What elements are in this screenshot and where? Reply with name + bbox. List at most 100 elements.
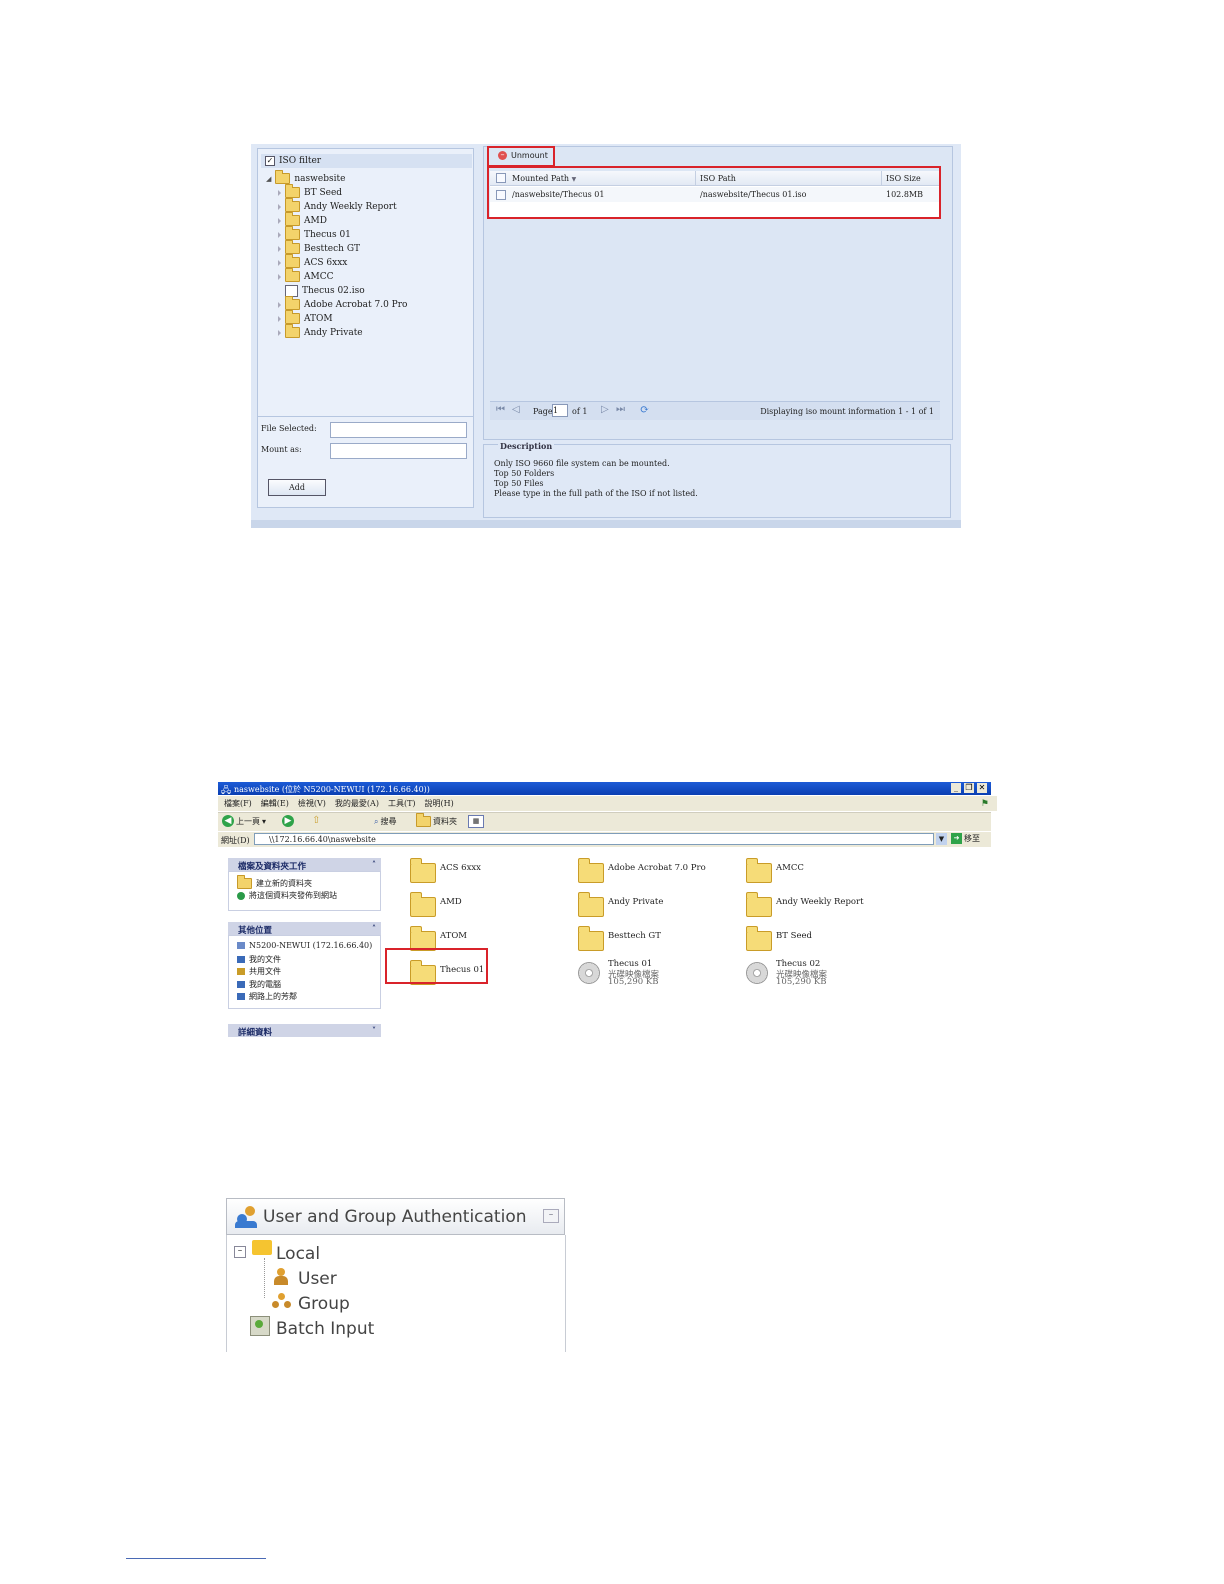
tree-root[interactable]: ◢ naswebsite bbox=[266, 170, 345, 184]
collapse-tree-icon[interactable]: – bbox=[234, 1246, 246, 1258]
menu-item[interactable]: 說明(H) bbox=[425, 798, 454, 809]
auth-panel: User and Group Authentication – – Local … bbox=[220, 1196, 567, 1352]
collapse-icon[interactable]: – bbox=[543, 1209, 559, 1223]
folder-item[interactable]: Besttech GT bbox=[566, 922, 726, 952]
menu-bar: 檔案(F) 編輯(E) 檢視(V) 我的最愛(A) 工具(T) 說明(H) ⚑ bbox=[218, 796, 997, 811]
tree-item[interactable]: Adobe Acrobat 7.0 Pro bbox=[278, 296, 407, 310]
collapse-icon[interactable]: ˄ bbox=[372, 859, 376, 869]
menu-item[interactable]: 編輯(E) bbox=[261, 798, 289, 809]
next-page-icon[interactable]: ▷ bbox=[601, 404, 609, 415]
other-place-link[interactable]: 我的電腦 bbox=[237, 979, 281, 990]
tree-item[interactable]: Andy Weekly Report bbox=[278, 198, 397, 212]
tree-item-label: Andy Weekly Report bbox=[304, 201, 397, 212]
collapse-icon[interactable]: ˄ bbox=[372, 923, 376, 933]
expand-arrow-icon[interactable] bbox=[278, 301, 281, 308]
folder-item[interactable]: Adobe Acrobat 7.0 Pro bbox=[566, 854, 726, 884]
tree-item[interactable]: Andy Private bbox=[278, 324, 363, 338]
tree-item-label: Thecus 02.iso bbox=[302, 286, 365, 296]
expand-arrow-icon[interactable] bbox=[278, 217, 281, 224]
iso-filter-checkbox[interactable]: ✓ bbox=[265, 156, 275, 166]
expand-arrow-icon[interactable] bbox=[278, 189, 281, 196]
expand-arrow-icon[interactable] bbox=[278, 315, 281, 322]
description-line: Top 50 Files bbox=[494, 479, 544, 488]
description-text: Only ISO 9660 file system can be mounted… bbox=[494, 459, 698, 499]
page-count: of 1 bbox=[572, 407, 588, 416]
views-icon[interactable]: ▦ bbox=[468, 815, 484, 828]
address-dropdown-icon[interactable]: ▼ bbox=[936, 833, 947, 845]
forward-arrow-icon[interactable]: ▶ bbox=[282, 815, 294, 827]
first-page-icon[interactable]: ⏮ bbox=[496, 404, 505, 415]
tree-item[interactable]: ATOM bbox=[278, 310, 333, 324]
expand-arrow-icon[interactable] bbox=[278, 245, 281, 252]
other-place-link[interactable]: 我的文件 bbox=[237, 954, 281, 965]
new-folder-link[interactable]: 建立新的資料夾 bbox=[237, 875, 312, 889]
minimize-icon[interactable]: _ bbox=[951, 783, 961, 793]
search-button[interactable]: ⌕ 搜尋 bbox=[374, 816, 396, 827]
back-button[interactable]: ◀ 上一頁 ▾ bbox=[222, 815, 266, 827]
expand-arrow-icon[interactable]: ◢ bbox=[266, 175, 271, 183]
tree-item[interactable]: ACS 6xxx bbox=[278, 254, 347, 268]
display-info: Displaying iso mount information 1 - 1 o… bbox=[760, 407, 934, 416]
go-button[interactable]: ➜ 移至 bbox=[951, 833, 980, 844]
place-icon bbox=[237, 993, 245, 1000]
tree-item[interactable]: Besttech GT bbox=[278, 240, 360, 254]
folder-item[interactable]: BT Seed bbox=[734, 922, 894, 952]
folder-item[interactable]: AMCC bbox=[734, 854, 894, 884]
mount-as-input[interactable] bbox=[330, 443, 467, 459]
other-places-header[interactable]: 其他位置 ˄ bbox=[228, 922, 381, 936]
publish-web-link[interactable]: 將這個資料夾發佈到網站 bbox=[237, 890, 337, 901]
expand-arrow-icon[interactable] bbox=[278, 273, 281, 280]
mount-as-label: Mount as: bbox=[261, 445, 302, 454]
file-tasks-header[interactable]: 檔案及資料夾工作 ˄ bbox=[228, 858, 381, 872]
expand-arrow-icon[interactable] bbox=[278, 203, 281, 210]
folder-icon bbox=[275, 170, 291, 184]
tree-local[interactable]: Local bbox=[276, 1244, 320, 1264]
iso-file-item[interactable]: Thecus 01 光碟映像檔案 105,290 KB bbox=[566, 956, 726, 987]
expand-arrow-icon[interactable] bbox=[278, 231, 281, 238]
menu-item[interactable]: 檔案(F) bbox=[224, 798, 252, 809]
expand-icon[interactable]: ˅ bbox=[372, 1025, 376, 1035]
menu-item[interactable]: 檢視(V) bbox=[298, 798, 326, 809]
iso-filter-bar[interactable]: ✓ ISO filter bbox=[261, 154, 472, 168]
close-icon[interactable]: ✕ bbox=[977, 783, 987, 793]
folder-item[interactable]: Andy Private bbox=[566, 888, 726, 918]
menu-item[interactable]: 我的最愛(A) bbox=[335, 798, 379, 809]
iso-file-item[interactable]: Thecus 02 光碟映像檔案 105,290 KB bbox=[734, 956, 894, 987]
tree-item[interactable]: AMD bbox=[278, 212, 327, 226]
folders-button[interactable]: 資料夾 bbox=[416, 813, 457, 827]
expand-arrow-icon[interactable] bbox=[278, 259, 281, 266]
tree-group[interactable]: Group bbox=[298, 1294, 350, 1314]
tree-item[interactable]: AMCC bbox=[278, 268, 334, 282]
folder-item[interactable]: AMD bbox=[398, 888, 558, 918]
folder-icon bbox=[285, 296, 300, 310]
toolbar: ◀ 上一頁 ▾ ▶ ⇧ ⌕ 搜尋 資料夾 ▦ bbox=[218, 812, 991, 831]
tree-batch-input[interactable]: Batch Input bbox=[276, 1319, 374, 1339]
folder-icon bbox=[285, 198, 300, 212]
page-label: Page bbox=[533, 407, 553, 416]
other-place-link[interactable]: 網路上的芳鄰 bbox=[237, 991, 297, 1002]
file-tasks-body: 建立新的資料夾 將這個資料夾發佈到網站 bbox=[228, 871, 381, 911]
details-header[interactable]: 詳細資料 ˅ bbox=[228, 1024, 381, 1038]
folder-item[interactable]: Andy Weekly Report bbox=[734, 888, 894, 918]
other-place-link[interactable]: 共用文件 bbox=[237, 966, 281, 977]
item-name: Andy Private bbox=[608, 897, 664, 907]
address-input[interactable]: \\172.16.66.40\naswebsite bbox=[254, 833, 934, 845]
maximize-icon[interactable]: ❐ bbox=[964, 783, 974, 793]
tree-item[interactable]: Thecus 01 bbox=[278, 226, 351, 240]
tree-user[interactable]: User bbox=[298, 1269, 337, 1289]
add-button[interactable]: Add bbox=[268, 479, 326, 496]
other-place-link[interactable]: N5200-NEWUI (172.16.66.40) bbox=[237, 941, 372, 950]
file-selected-input[interactable] bbox=[330, 422, 467, 438]
prev-page-icon[interactable]: ◁ bbox=[512, 404, 520, 415]
expand-arrow-icon[interactable] bbox=[278, 329, 281, 336]
tree-item[interactable]: BT Seed bbox=[278, 184, 342, 198]
folder-icon bbox=[416, 813, 431, 827]
folder-item[interactable]: ACS 6xxx bbox=[398, 854, 558, 884]
refresh-icon[interactable]: ⟳ bbox=[640, 403, 649, 416]
last-page-icon[interactable]: ⏭ bbox=[616, 404, 625, 415]
page-input[interactable]: 1 bbox=[552, 404, 568, 417]
folder-icon bbox=[285, 268, 300, 282]
menu-item[interactable]: 工具(T) bbox=[388, 798, 416, 809]
up-folder-icon[interactable]: ⇧ bbox=[312, 815, 320, 826]
title-bar: 🖧 naswebsite (位於 N5200-NEWUI (172.16.66.… bbox=[218, 782, 991, 796]
